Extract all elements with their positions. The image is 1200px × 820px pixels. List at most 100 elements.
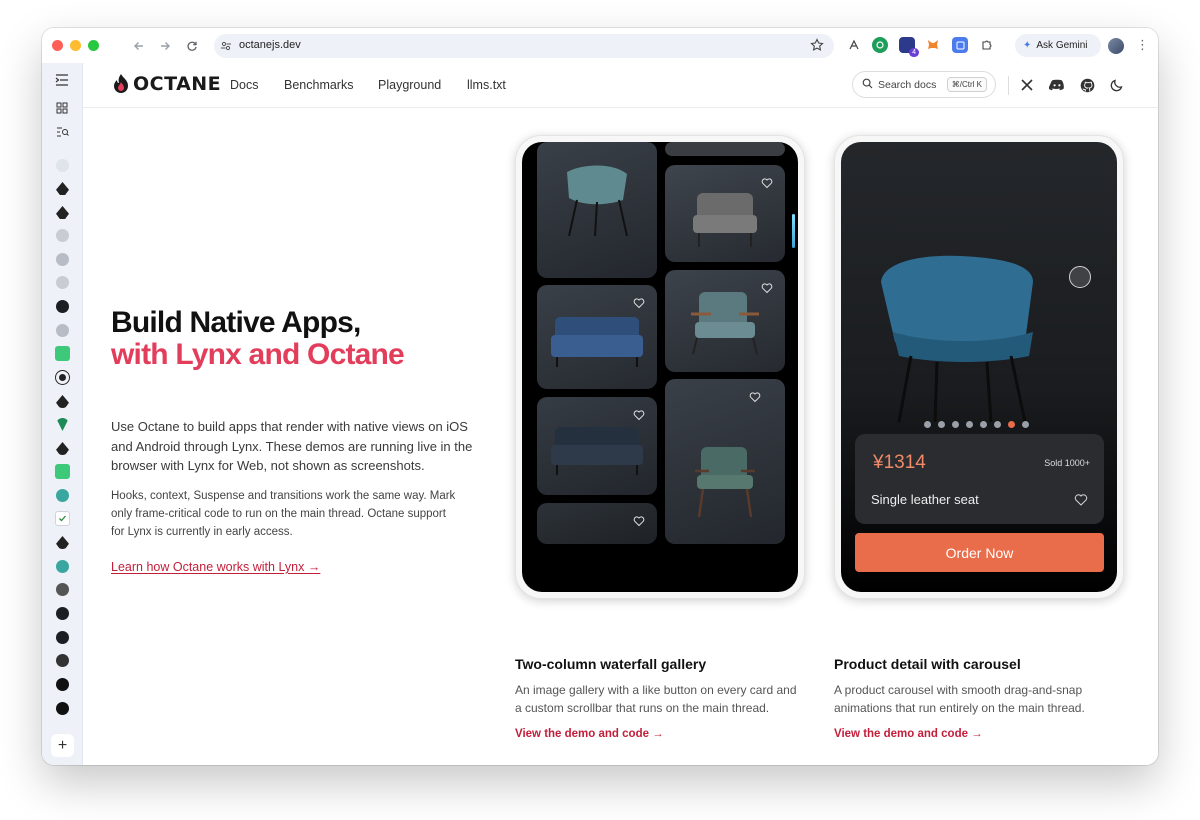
tab-favicon-1[interactable] bbox=[56, 159, 69, 172]
learn-more-link[interactable]: Learn how Octane works with Lynx → bbox=[111, 560, 320, 574]
x-icon[interactable] bbox=[1019, 77, 1035, 93]
close-window-button[interactable] bbox=[52, 40, 63, 51]
tab-favicon-github-1[interactable] bbox=[56, 300, 69, 313]
like-heart-icon[interactable] bbox=[749, 391, 761, 403]
carousel-dot[interactable] bbox=[966, 421, 973, 428]
carousel-dot[interactable] bbox=[952, 421, 959, 428]
search-tabs-icon[interactable] bbox=[56, 125, 69, 143]
extension-chatgpt-icon[interactable] bbox=[872, 37, 888, 53]
new-tab-plus-icon[interactable]: + bbox=[51, 734, 74, 757]
site-header: OCTANE Docs Benchmarks Playground llms.t… bbox=[83, 63, 1158, 108]
tab-favicon-2[interactable] bbox=[56, 276, 69, 289]
demo1-title: Two-column waterfall gallery bbox=[515, 656, 707, 672]
gallery-card-6[interactable] bbox=[537, 397, 657, 495]
carousel-dot[interactable] bbox=[1022, 421, 1029, 428]
carousel-dots bbox=[924, 421, 1029, 428]
site-info-icon[interactable] bbox=[220, 39, 232, 57]
product-demo-phone: ¥1314 Sold 1000+ Single leather seat Ord… bbox=[834, 135, 1124, 599]
gallery-card-3[interactable] bbox=[665, 165, 785, 262]
gallery-demo-screen[interactable] bbox=[522, 142, 798, 592]
reload-icon[interactable] bbox=[183, 37, 201, 55]
gallery-card-7[interactable] bbox=[665, 379, 785, 544]
chair-image bbox=[695, 447, 755, 518]
minimize-window-button[interactable] bbox=[70, 40, 81, 51]
gallery-card-1[interactable] bbox=[537, 142, 657, 278]
extensions-puzzle-icon[interactable] bbox=[979, 37, 995, 53]
search-docs-button[interactable]: Search docs ⌘/Ctrl K bbox=[852, 71, 996, 98]
tab-favicon-github-3[interactable] bbox=[56, 631, 69, 644]
tab-favicon-octane-1[interactable] bbox=[56, 182, 69, 195]
browser-menu-icon[interactable]: ⋮ bbox=[1136, 38, 1149, 52]
discord-icon[interactable] bbox=[1049, 77, 1065, 93]
demo2-title: Product detail with carousel bbox=[834, 656, 1021, 672]
ask-gemini-label: Ask Gemini bbox=[1036, 40, 1088, 51]
carousel-dot[interactable] bbox=[1008, 421, 1015, 428]
like-heart-icon[interactable] bbox=[761, 282, 773, 294]
forward-icon[interactable] bbox=[156, 37, 174, 55]
nav-playground[interactable]: Playground bbox=[378, 78, 441, 92]
carousel-dot[interactable] bbox=[994, 421, 1001, 428]
extension-docs-icon[interactable] bbox=[952, 37, 968, 53]
tab-favicon-globe-1[interactable] bbox=[56, 253, 69, 266]
gallery-card-2-top[interactable] bbox=[665, 142, 785, 156]
tab-favicon-refresh[interactable] bbox=[55, 370, 70, 385]
demo2-link[interactable]: View the demo and code → bbox=[834, 728, 983, 740]
address-bar[interactable]: octanejs.dev bbox=[214, 34, 834, 58]
carousel-dot[interactable] bbox=[938, 421, 945, 428]
product-name: Single leather seat bbox=[871, 492, 979, 507]
like-heart-icon[interactable] bbox=[633, 409, 645, 421]
tab-favicon-openai-2[interactable] bbox=[56, 678, 69, 691]
like-heart-icon[interactable] bbox=[633, 515, 645, 527]
tab-favicon-globe-2[interactable] bbox=[56, 324, 69, 337]
tab-favicon-github-2[interactable] bbox=[56, 607, 69, 620]
tab-favicon-github-faded[interactable] bbox=[56, 229, 69, 242]
tab-favicon-octane-5[interactable] bbox=[56, 536, 69, 549]
tab-favicon-vue[interactable] bbox=[56, 418, 69, 431]
octane-logo[interactable]: OCTANE bbox=[111, 73, 221, 95]
tab-favicon-chrome[interactable] bbox=[56, 583, 69, 596]
github-icon[interactable] bbox=[1079, 77, 1095, 93]
carousel-drag-handle[interactable] bbox=[1069, 266, 1091, 288]
favorite-heart-icon[interactable] bbox=[1074, 493, 1088, 506]
gemini-sparkle-icon: ✦ bbox=[1023, 40, 1032, 51]
tab-groups-icon[interactable] bbox=[56, 101, 68, 119]
carousel-dot[interactable] bbox=[980, 421, 987, 428]
collapse-sidebar-icon[interactable] bbox=[55, 73, 69, 91]
tab-favicon-octane-3[interactable] bbox=[56, 395, 69, 408]
tab-favicon-octane-2[interactable] bbox=[56, 206, 69, 219]
gallery-demo-phone bbox=[515, 135, 805, 599]
ask-gemini-button[interactable]: ✦ Ask Gemini bbox=[1015, 34, 1101, 57]
like-heart-icon[interactable] bbox=[761, 177, 773, 189]
nav-llms-txt[interactable]: llms.txt bbox=[467, 78, 506, 92]
carousel-dot[interactable] bbox=[924, 421, 931, 428]
profile-avatar[interactable] bbox=[1108, 38, 1124, 54]
extension-badge-icon[interactable]: 4 bbox=[899, 37, 919, 57]
bookmark-star-icon[interactable] bbox=[810, 38, 824, 57]
dark-mode-moon-icon[interactable] bbox=[1109, 77, 1125, 93]
demo1-link[interactable]: View the demo and code → bbox=[515, 728, 664, 740]
tab-favicon-teal-2[interactable] bbox=[56, 560, 69, 573]
tab-favicon-teal-1[interactable] bbox=[56, 489, 69, 502]
nav-docs[interactable]: Docs bbox=[230, 78, 258, 92]
order-now-button[interactable]: Order Now bbox=[855, 533, 1104, 572]
extension-metamask-icon[interactable] bbox=[925, 37, 941, 53]
gallery-card-8[interactable] bbox=[537, 503, 657, 544]
tab-favicon-check[interactable] bbox=[55, 511, 70, 526]
custom-scrollbar[interactable] bbox=[792, 214, 795, 248]
tab-favicon-openai-1[interactable] bbox=[56, 654, 69, 667]
like-heart-icon[interactable] bbox=[633, 297, 645, 309]
tab-favicon-green-2[interactable] bbox=[55, 464, 70, 479]
webpage: OCTANE Docs Benchmarks Playground llms.t… bbox=[83, 63, 1158, 765]
back-icon[interactable] bbox=[130, 37, 148, 55]
tab-favicon-openai-3[interactable] bbox=[56, 702, 69, 715]
tab-favicon-green-1[interactable] bbox=[55, 346, 70, 361]
gallery-card-5[interactable] bbox=[665, 270, 785, 372]
tab-favicon-octane-4[interactable] bbox=[56, 442, 69, 455]
url-text: octanejs.dev bbox=[239, 39, 301, 51]
nav-benchmarks[interactable]: Benchmarks bbox=[284, 78, 353, 92]
gallery-card-4[interactable] bbox=[537, 285, 657, 389]
zoom-window-button[interactable] bbox=[88, 40, 99, 51]
product-demo-screen[interactable]: ¥1314 Sold 1000+ Single leather seat Ord… bbox=[841, 142, 1117, 592]
extension-translate-icon[interactable] bbox=[846, 37, 862, 53]
tab-sidebar: + bbox=[42, 63, 83, 765]
